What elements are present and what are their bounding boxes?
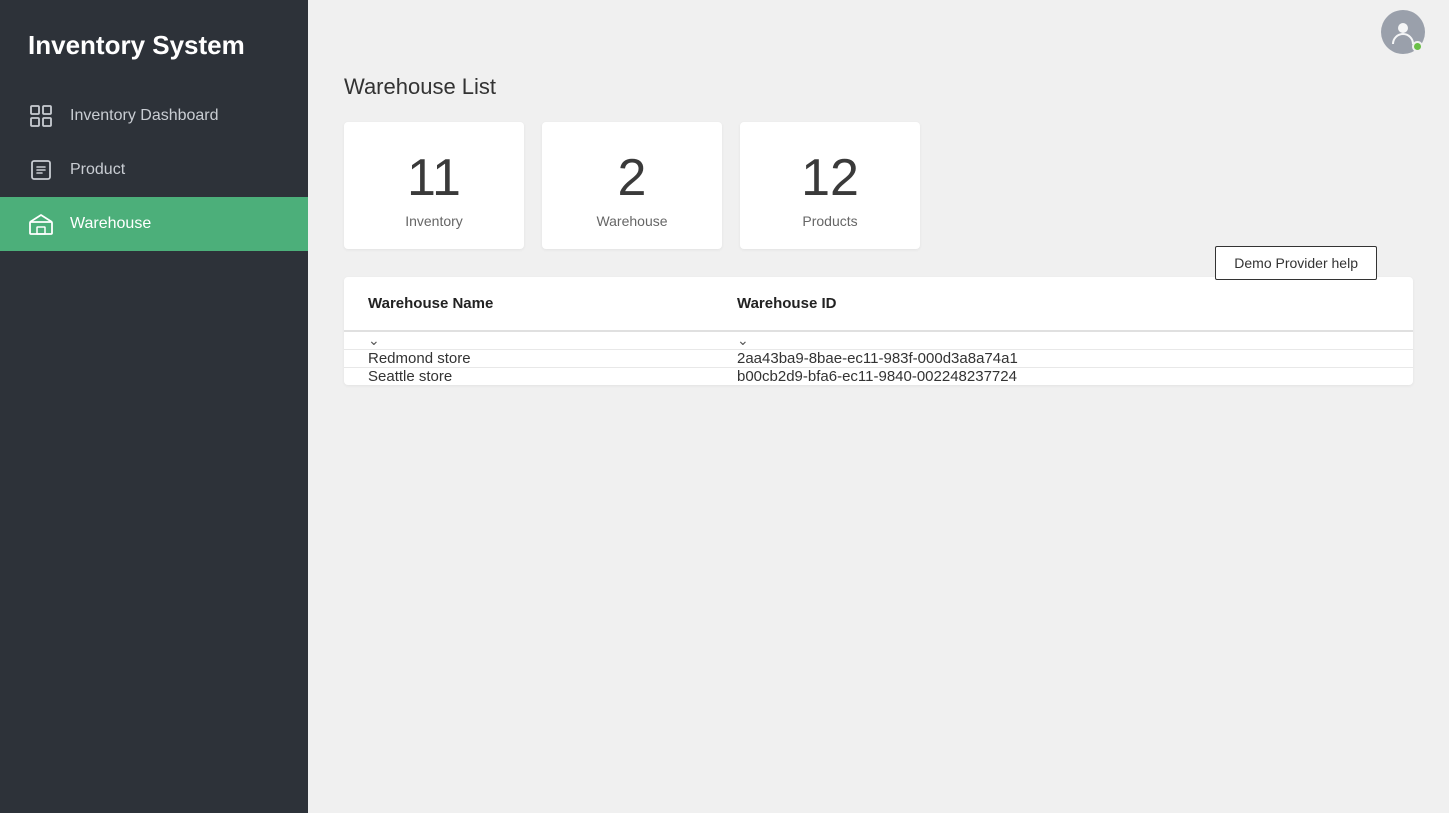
- page-content: Warehouse List 11 Inventory 2 Warehouse …: [308, 64, 1449, 813]
- stat-card-products: 12 Products: [740, 122, 920, 249]
- sort-chevron-id[interactable]: ⌄: [737, 332, 749, 349]
- avatar-status-indicator: [1412, 41, 1423, 52]
- warehouse-icon: [28, 211, 54, 237]
- warehouse-name-cell: Redmond store: [344, 350, 713, 368]
- stat-card-inventory: 11 Inventory: [344, 122, 524, 249]
- stat-label-inventory: Inventory: [405, 213, 463, 229]
- stats-row: 11 Inventory 2 Warehouse 12 Products: [344, 122, 1413, 249]
- sidebar-item-inventory-dashboard[interactable]: Inventory Dashboard: [0, 89, 308, 143]
- col-header-warehouse-name: Warehouse Name: [344, 277, 713, 331]
- stat-label-products: Products: [802, 213, 857, 229]
- sidebar-item-warehouse[interactable]: Warehouse: [0, 197, 308, 251]
- warehouse-table-container: Warehouse Name Warehouse ID ⌄ ⌄: [344, 277, 1413, 385]
- sidebar-label-product: Product: [70, 161, 125, 179]
- sort-chevron-name[interactable]: ⌄: [368, 332, 380, 349]
- table-row[interactable]: Seattle store b00cb2d9-bfa6-ec11-9840-00…: [344, 368, 1413, 386]
- stat-card-warehouse: 2 Warehouse: [542, 122, 722, 249]
- sidebar-label-warehouse: Warehouse: [70, 215, 151, 233]
- page-title: Warehouse List: [344, 74, 1413, 100]
- stat-number-warehouse: 2: [618, 150, 647, 207]
- demo-provider-help-button[interactable]: Demo Provider help: [1215, 246, 1377, 280]
- table-header-row: Warehouse Name Warehouse ID: [344, 277, 1413, 331]
- warehouse-id-cell: b00cb2d9-bfa6-ec11-9840-002248237724: [713, 368, 1413, 386]
- stat-number-products: 12: [801, 150, 859, 207]
- sidebar: Inventory System Inventory Dashboard P: [0, 0, 308, 813]
- main-content: Warehouse List 11 Inventory 2 Warehouse …: [308, 0, 1449, 813]
- stat-label-warehouse: Warehouse: [596, 213, 667, 229]
- sidebar-item-product[interactable]: Product: [0, 143, 308, 197]
- stat-number-inventory: 11: [407, 150, 461, 207]
- topbar: [308, 0, 1449, 64]
- warehouse-table: Warehouse Name Warehouse ID ⌄ ⌄: [344, 277, 1413, 385]
- table-row[interactable]: Redmond store 2aa43ba9-8bae-ec11-983f-00…: [344, 350, 1413, 368]
- warehouse-id-cell: 2aa43ba9-8bae-ec11-983f-000d3a8a74a1: [713, 350, 1413, 368]
- avatar[interactable]: [1381, 10, 1425, 54]
- sort-chevron-row: ⌄ ⌄: [344, 331, 1413, 350]
- dashboard-icon: [28, 103, 54, 129]
- col-header-warehouse-id: Warehouse ID: [713, 277, 1413, 331]
- product-icon: [28, 157, 54, 183]
- sidebar-nav: Inventory Dashboard Product Warehouse: [0, 89, 308, 251]
- app-title: Inventory System: [0, 0, 308, 85]
- sidebar-label-inventory-dashboard: Inventory Dashboard: [70, 107, 219, 125]
- warehouse-name-cell: Seattle store: [344, 368, 713, 386]
